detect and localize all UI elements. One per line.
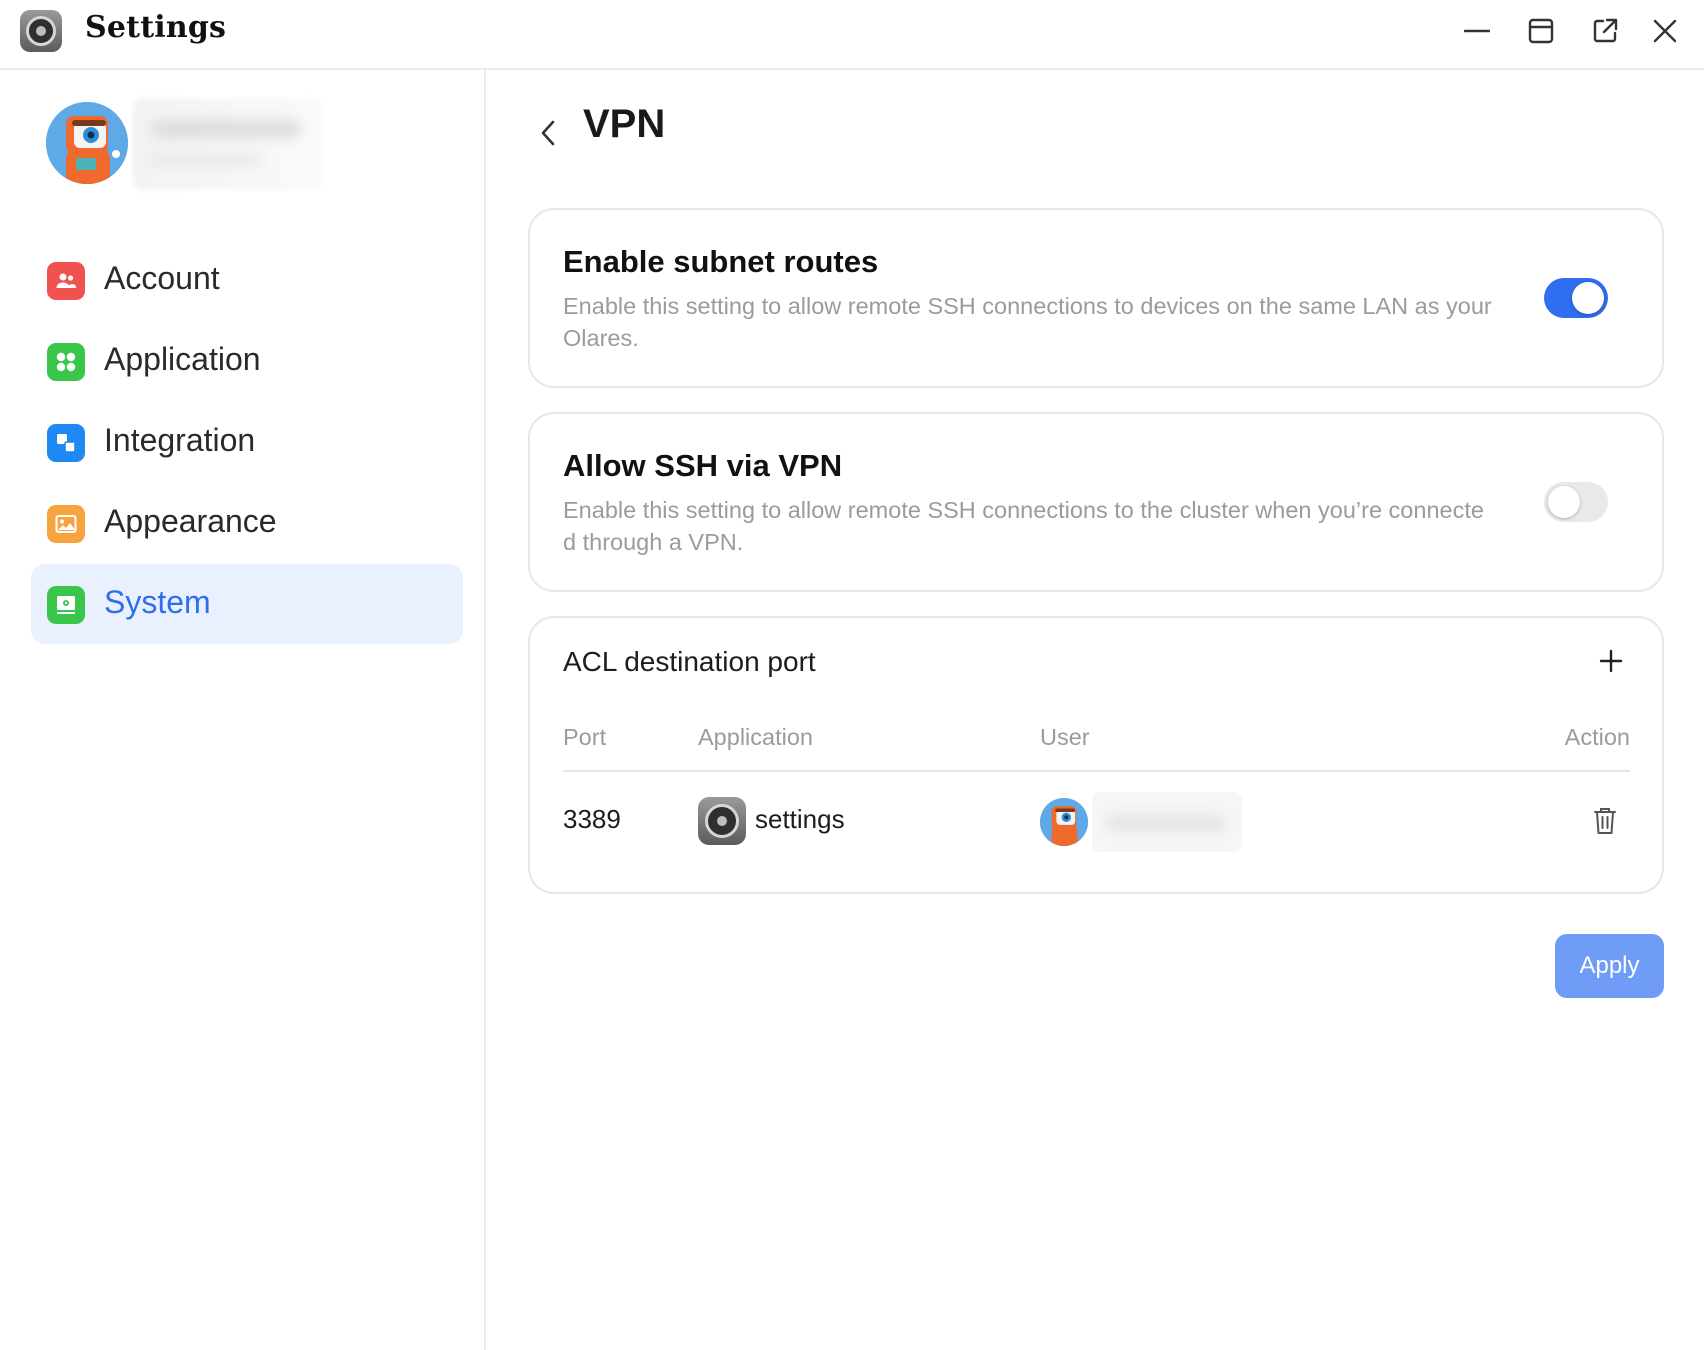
chevron-left-icon: [541, 120, 555, 146]
appearance-icon: [47, 505, 85, 543]
maximize-icon[interactable]: [1524, 14, 1558, 48]
trash-icon: [1594, 808, 1616, 834]
profile-name-redacted: [133, 98, 323, 190]
sidebar-item-application[interactable]: Application: [31, 321, 463, 401]
settings-app-icon: [20, 10, 62, 52]
close-icon[interactable]: [1648, 14, 1682, 48]
system-icon: [47, 586, 85, 624]
sidebar-item-label: Integration: [104, 422, 256, 458]
sidebar-item-label: Appearance: [104, 503, 277, 539]
popout-icon[interactable]: [1588, 14, 1622, 48]
subnet-routes-card: Enable subnet routes Enable this setting…: [528, 208, 1664, 388]
ssh-via-vpn-card: Allow SSH via VPN Enable this setting to…: [528, 412, 1664, 592]
column-header-user: User: [1040, 724, 1090, 750]
sidebar-item-label: Account: [104, 260, 220, 296]
page-title: VPN: [583, 102, 666, 146]
main-content: VPN Enable subnet routes Enable this set…: [488, 70, 1704, 1350]
window-title: Settings: [85, 10, 227, 45]
column-header-port: Port: [563, 724, 607, 750]
ssh-via-vpn-toggle[interactable]: [1544, 482, 1608, 522]
acl-card: ACL destination port Port Application Us…: [528, 616, 1664, 894]
column-header-application: Application: [698, 724, 813, 750]
subnet-routes-toggle[interactable]: [1544, 278, 1608, 318]
back-button[interactable]: [528, 108, 568, 158]
sidebar-item-label: Application: [104, 341, 261, 377]
sidebar-item-integration[interactable]: Integration: [31, 402, 463, 482]
sidebar: Account Application Integration Appearan…: [0, 70, 486, 1350]
integration-icon: [47, 424, 85, 462]
delete-row-button[interactable]: [1592, 806, 1618, 836]
sidebar-item-account[interactable]: Account: [31, 240, 463, 320]
user-name-redacted: [1092, 792, 1242, 852]
title-bar: Settings: [0, 0, 1704, 70]
application-cell: settings: [755, 804, 845, 834]
sidebar-item-label: System: [104, 584, 211, 620]
column-header-action: Action: [1564, 724, 1630, 750]
plus-icon: [1599, 649, 1623, 673]
sidebar-item-system[interactable]: System: [31, 564, 463, 644]
subnet-routes-description: Enable this setting to allow remote SSH …: [563, 293, 1492, 351]
apply-button[interactable]: Apply: [1555, 934, 1664, 998]
acl-title: ACL destination port: [563, 646, 816, 677]
subnet-routes-title: Enable subnet routes: [563, 244, 879, 279]
settings-gear-icon: [698, 797, 746, 845]
port-cell: 3389: [563, 804, 621, 834]
sidebar-item-appearance[interactable]: Appearance: [31, 483, 463, 563]
ssh-via-vpn-title: Allow SSH via VPN: [563, 448, 843, 483]
avatar[interactable]: [46, 102, 128, 184]
table-divider: [563, 770, 1630, 772]
application-icon: [47, 343, 85, 381]
avatar: [1040, 798, 1088, 846]
add-port-button[interactable]: [1596, 646, 1626, 676]
minimize-icon[interactable]: [1460, 14, 1494, 48]
account-icon: [47, 262, 85, 300]
ssh-via-vpn-description: Enable this setting to allow remote SSH …: [563, 497, 1484, 555]
